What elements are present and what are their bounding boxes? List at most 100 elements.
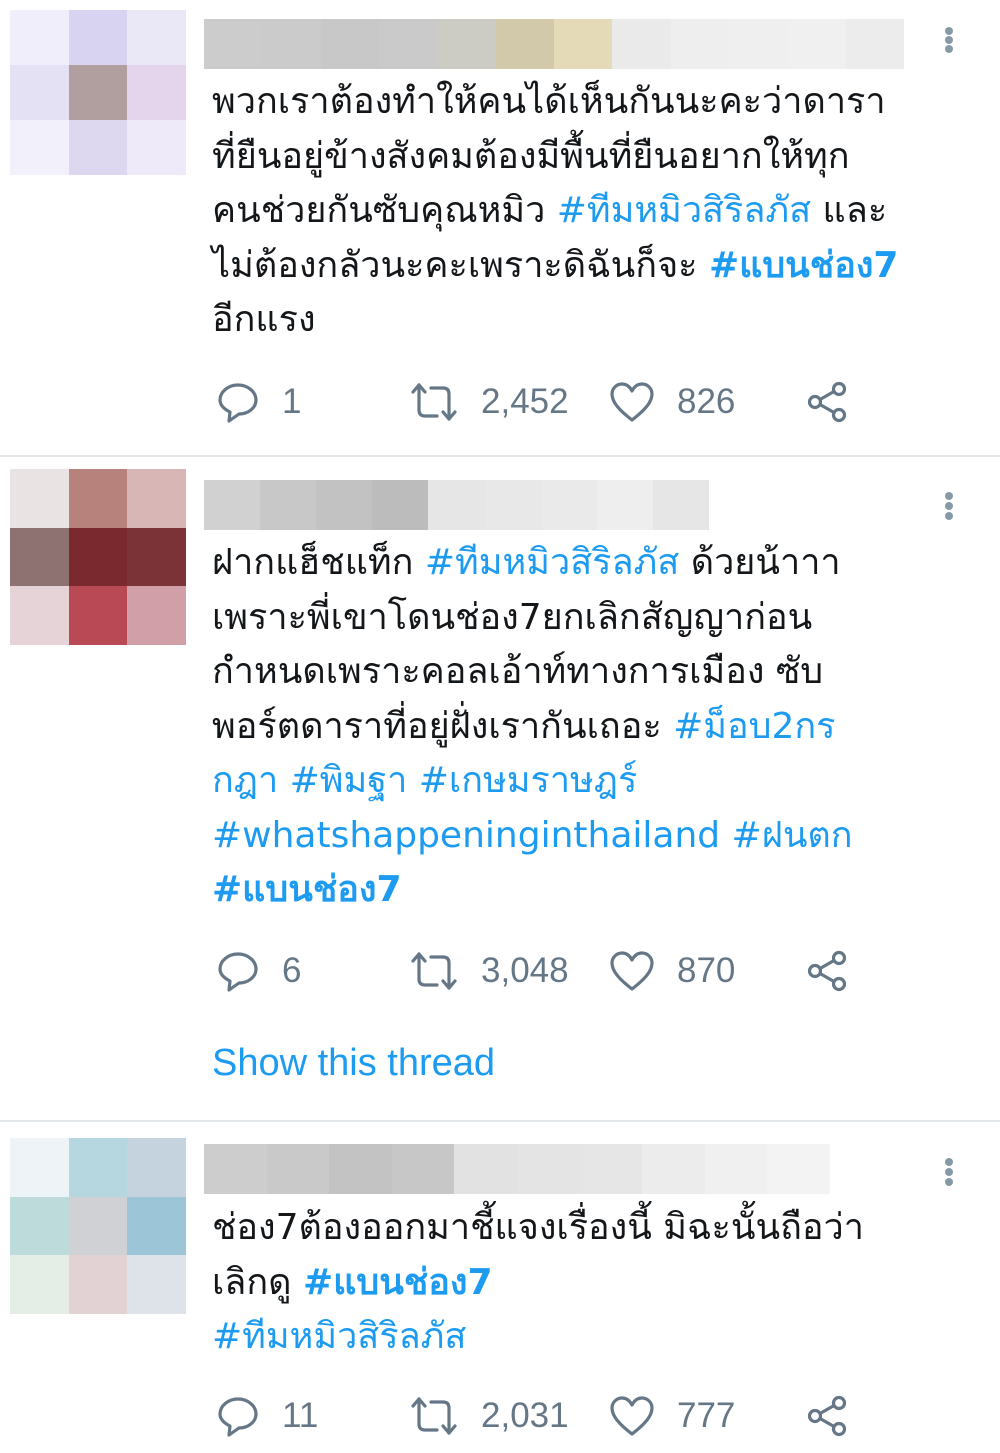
retweet-arrows-icon [409, 380, 459, 424]
retweet-button[interactable]: 2,452 [409, 380, 569, 424]
avatar-pixel [127, 469, 186, 528]
name-blur-block [204, 19, 263, 69]
author-name-blurred[interactable] [204, 1144, 830, 1194]
reply-bubble-icon [216, 1394, 260, 1438]
tweet-text-line: #whatshappeninginthailand #ฝนตก [212, 809, 982, 864]
reply-button[interactable]: 11 [216, 1394, 318, 1438]
hashtag-link[interactable]: #ทีมหมิวสิริลภัส [557, 190, 811, 231]
hashtag-link[interactable]: #whatshappeninginthailand #ฝนตก [212, 815, 853, 856]
name-blur-block [266, 1144, 330, 1194]
retweets-count: 3,048 [481, 951, 569, 990]
share-icon [806, 380, 850, 424]
hashtag-link[interactable]: #ม็อบ2กร [673, 706, 835, 747]
tweet-text-line: พวกเราต้องทำให้คนได้เห็นกันนะคะว่าดารา [212, 75, 982, 130]
more-vertical-icon[interactable] [944, 27, 954, 53]
retweet-button[interactable]: 2,031 [409, 1394, 569, 1438]
avatar-pixel [127, 120, 186, 175]
name-blur-block [553, 19, 613, 69]
share-button[interactable] [806, 1394, 850, 1438]
likes-count: 870 [677, 951, 736, 990]
tweet-text-line: ไม่ต้องกลัวนะคะเพราะดิฉันก็จะ #แบนช่อง7 [212, 239, 982, 294]
tweet-3[interactable]: ช่อง7ต้องออกมาชี้แจงเรื่องนี้ มิฉะนั้นถื… [0, 1122, 1000, 1453]
avatar[interactable] [10, 1138, 186, 1314]
hashtag-link[interactable]: #แบนช่อง7 [212, 869, 402, 910]
avatar-pixel [10, 527, 69, 587]
hashtag-link[interactable]: #แบนช่อง7 [709, 245, 899, 286]
name-blur-block [428, 480, 485, 530]
tweet-text-segment: พวกเราต้องทำให้คนได้เห็นกันนะคะว่าดารา [212, 81, 886, 122]
hashtag-link[interactable]: #แบนช่อง7 [303, 1262, 493, 1303]
name-blur-block [670, 19, 729, 69]
avatar-pixel [127, 1138, 186, 1197]
tweet-actions: 6 3,048 870 [216, 949, 866, 993]
avatar[interactable] [10, 10, 186, 175]
avatar-pixel [68, 1196, 128, 1256]
reply-bubble-icon [216, 380, 260, 424]
like-button[interactable]: 870 [609, 949, 735, 993]
avatar-pixel [127, 1196, 186, 1256]
tweet-text-segment: เลิกดู [212, 1261, 303, 1303]
reply-button[interactable]: 6 [216, 949, 301, 993]
reply-button[interactable]: 1 [216, 380, 301, 424]
tweet-text-line: เลิกดู #แบนช่อง7 [212, 1256, 982, 1311]
tweet-text-line: เพราะพี่เขาโดนช่อง7ยกเลิกสัญญาก่อน [212, 591, 982, 646]
hashtag-link[interactable]: กฎา #พิมฐา #เกษมราษฎร์ [212, 760, 637, 801]
share-icon [806, 1394, 850, 1438]
tweet-text-segment: ด้วยน้าาา [679, 542, 841, 583]
like-button[interactable]: 777 [609, 1394, 735, 1438]
name-blur-block [642, 1144, 705, 1194]
name-blur-block [596, 480, 653, 530]
avatar-pixel [68, 469, 128, 528]
likes-count: 826 [677, 382, 736, 421]
share-button[interactable] [806, 949, 850, 993]
tweet-actions: 1 2,452 826 [216, 380, 866, 424]
retweet-button[interactable]: 3,048 [409, 949, 569, 993]
avatar-pixel [10, 120, 69, 175]
tweet-text-segment: ช่อง7ต้องออกมาชี้แจงเรื่องนี้ มิฉะนั้นถื… [212, 1207, 864, 1248]
name-blur-block [704, 1144, 768, 1194]
tweet-text-segment: ไม่ต้องกลัวนะคะเพราะดิฉันก็จะ [212, 244, 709, 286]
show-thread-link[interactable]: Show this thread [212, 1042, 495, 1085]
hashtag-link[interactable]: #ทีมหมิวสิริลภัส [425, 542, 679, 583]
avatar-pixel [68, 65, 128, 120]
name-blur-block [454, 1144, 517, 1194]
avatar-pixel [68, 586, 128, 645]
avatar-pixel [10, 65, 69, 120]
tweet-2[interactable]: ฝากแฮ็ชแท็ก #ทีมหมิวสิริลภัส ด้วยน้าาา เพ… [0, 457, 1000, 1120]
tweet-text-line: #ทีมหมิวสิริลภัส [212, 1310, 982, 1365]
retweet-arrows-icon [409, 1394, 459, 1438]
tweet-1[interactable]: พวกเราต้องทำให้คนได้เห็นกันนะคะว่าดารา ที… [0, 0, 1000, 455]
author-name-blurred[interactable] [204, 480, 709, 530]
avatar-pixel [68, 120, 128, 175]
name-blur-block [204, 1144, 267, 1194]
tweet-text-segment: คนช่วยกันซับคุณหมิว [212, 190, 557, 231]
hashtag-link[interactable]: #ทีมหมิวสิริลภัส [212, 1316, 466, 1357]
replies-count: 6 [282, 951, 302, 990]
author-name-blurred[interactable] [204, 19, 904, 69]
replies-count: 11 [282, 1396, 319, 1435]
avatar[interactable] [10, 469, 186, 645]
more-vertical-icon[interactable] [944, 492, 954, 520]
tweet-text: พวกเราต้องทำให้คนได้เห็นกันนะคะว่าดารา ที… [212, 75, 982, 348]
tweet-text: ฝากแฮ็ชแท็ก #ทีมหมิวสิริลภัส ด้วยน้าาา เพ… [212, 536, 982, 918]
tweet-text-line: อีกแรง [212, 293, 982, 348]
heart-icon [609, 1394, 655, 1438]
name-blur-block [262, 19, 321, 69]
name-blur-block [728, 19, 788, 69]
share-button[interactable] [806, 380, 850, 424]
share-icon [806, 949, 850, 993]
name-blur-block [767, 1144, 830, 1194]
avatar-pixel [127, 10, 186, 65]
name-blur-block [612, 19, 671, 69]
avatar-pixel [68, 1255, 128, 1314]
tweet-text-segment: อีกแรง [212, 299, 316, 340]
avatar-pixel [10, 469, 69, 528]
name-blur-block [495, 19, 554, 69]
name-blur-block [579, 1144, 643, 1194]
tweet-text-segment: พอร์ตดาราที่อยู่ฝั่งเรากันเถอะ [212, 705, 674, 747]
more-vertical-icon[interactable] [944, 1158, 954, 1186]
like-button[interactable]: 826 [609, 380, 735, 424]
retweets-count: 2,452 [481, 382, 569, 421]
name-blur-block [204, 480, 261, 530]
name-blur-block [516, 1144, 580, 1194]
